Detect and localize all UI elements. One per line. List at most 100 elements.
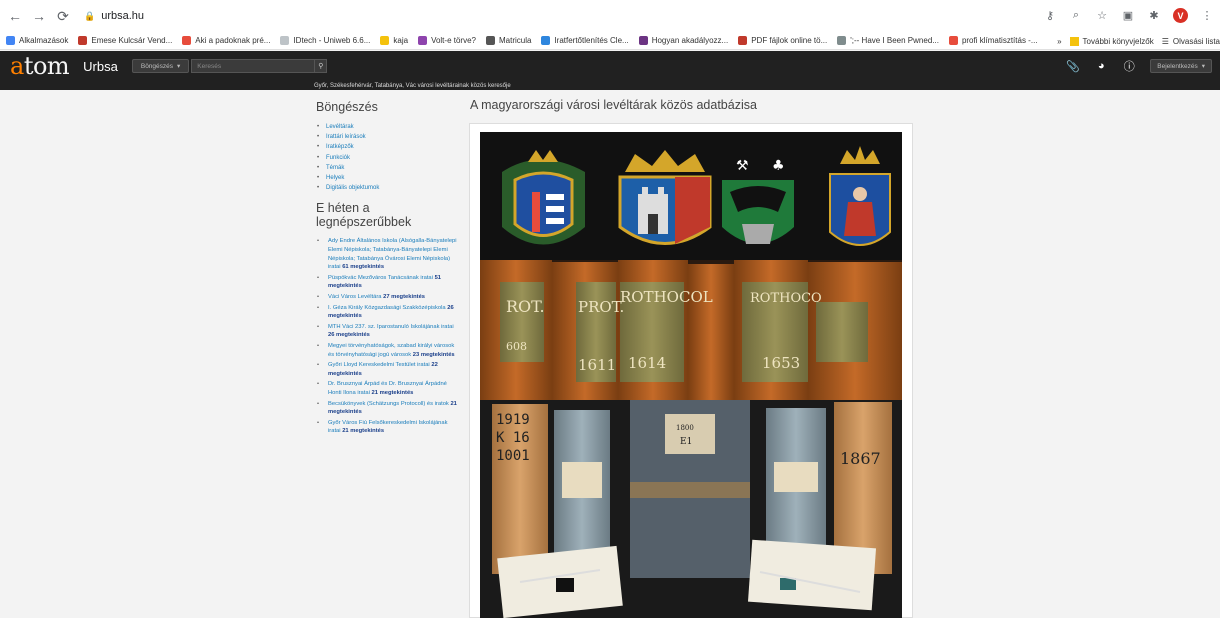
popular-item-count: 26 megtekintés (328, 332, 370, 339)
popular-item-title[interactable]: Váci Város Levéltára (328, 294, 382, 300)
bookmark-item[interactable]: PDF fájlok online tö... (738, 36, 827, 45)
browse-dropdown[interactable]: Böngészés ▾ (131, 59, 190, 73)
box-label: K 16 (496, 430, 530, 446)
bookmark-label: PDF fájlok online tö... (751, 36, 828, 45)
popular-item[interactable]: Váci Város Levéltára 27 megtekintés (314, 293, 459, 302)
lock-icon: 🔒 (84, 10, 96, 21)
bookmarks-more-button[interactable]: » (1057, 37, 1061, 46)
bookmark-label: Iratfertőtlenítés Cle... (554, 36, 629, 45)
popular-item[interactable]: Megyei törvényhatóságok, szabad királyi … (314, 342, 459, 359)
spine-label: 1653 (762, 354, 800, 372)
back-icon[interactable]: ← (6, 7, 24, 25)
popular-item[interactable]: MTH Váci 237. sz. Iparostanuló Iskoláján… (314, 323, 459, 340)
bookmark-item[interactable]: IDtech - Uniweb 6.6... (280, 36, 370, 45)
browse-link[interactable]: Témák (314, 163, 459, 173)
popular-item[interactable]: Győr Város Fiú Felsőkereskedelmi Iskoláj… (314, 419, 459, 436)
popular-heading: E héten a legnépszerűbbek (316, 201, 412, 230)
popular-item-count: 21 megtekintés (371, 389, 414, 396)
zoom-icon[interactable]: ⌕ (1069, 9, 1083, 23)
star-icon[interactable]: ☆ (1095, 9, 1109, 23)
bookmarks-right: » További könyvjelzők ☰ Olvasási lista (1051, 32, 1220, 49)
popular-item-title[interactable]: Becsükönyvek (Schätzungs Protocoll) és i… (328, 401, 449, 407)
bookmark-item[interactable]: kaja (380, 36, 408, 45)
browse-link[interactable]: Digitális objektumok (314, 183, 459, 193)
bookmark-item[interactable]: Alkalmazások (6, 36, 68, 45)
bookmark-favicon-icon (380, 36, 390, 45)
bookmark-favicon-icon (485, 36, 495, 45)
bookmark-favicon-icon (280, 36, 290, 45)
popular-item[interactable]: Dr. Brusznyai Árpád és Dr. Brusznyai Árp… (314, 380, 459, 397)
popular-item-count: 27 megtekintés (383, 293, 426, 300)
bookmark-item[interactable]: Emese Kulcsár Vend... (78, 36, 172, 45)
bookmark-label: IDtech - Uniweb 6.6... (293, 36, 371, 45)
page-title: A magyarországi városi levéltárak közös … (470, 98, 757, 112)
globe-icon[interactable]: ◕ (1094, 59, 1108, 73)
popular-item[interactable]: Püspökvác Mezőváros Tanácsának iratai 51… (314, 274, 459, 291)
bookmark-label: Volt-e törve? (431, 36, 476, 45)
site-title[interactable]: Urbsa (83, 59, 118, 74)
other-bookmarks[interactable]: További könyvjelzők (1083, 37, 1154, 46)
forward-icon[interactable]: → (30, 7, 48, 25)
spine-label: 1611 (578, 356, 616, 374)
bookmark-favicon-icon (182, 36, 192, 45)
bookmark-label: profi klímatisztítás -... (961, 36, 1038, 45)
profile-avatar[interactable]: V (1173, 8, 1188, 23)
puzzle-icon[interactable]: ✱ (1147, 9, 1161, 23)
browse-link[interactable]: Irattári leírások (314, 132, 459, 142)
clipboard-icon[interactable]: 📎 (1066, 59, 1080, 73)
popular-item[interactable]: I. Géza Király Közgazdasági Szakközépisk… (314, 304, 459, 321)
svg-text:♣: ♣ (772, 158, 785, 174)
popular-item-count: 21 megtekintés (342, 428, 385, 435)
bookmark-item[interactable]: Hogyan akadályozz... (638, 36, 729, 45)
bookmark-label: Alkalmazások (19, 36, 69, 45)
popular-item-title[interactable]: I. Géza Király Közgazdasági Szakközépisk… (328, 305, 446, 311)
box-label: 1867 (840, 449, 881, 468)
bookmark-favicon-icon (948, 36, 958, 45)
bookmark-item[interactable]: profi klímatisztítás -... (948, 36, 1038, 45)
browse-link[interactable]: Levéltárak (314, 122, 459, 132)
logo-a: a (10, 52, 24, 80)
book-spines: ROT. PROT. ROTHOCOL ROTHOCO 608 1611 161… (480, 260, 902, 404)
address-bar[interactable]: 🔒 urbsa.hu (84, 10, 144, 22)
bookmark-item[interactable]: ';-- Have I Been Pwned... (837, 36, 939, 45)
atom-logo[interactable]: a tom (10, 52, 70, 80)
menu-icon[interactable]: ⋮ (1200, 9, 1214, 23)
szekesfehervar-coat-of-arms (618, 150, 712, 245)
bookmark-item[interactable]: Matricula (485, 36, 531, 45)
bookmark-item[interactable]: Volt-e törve? (418, 36, 476, 45)
popular-item-title[interactable]: Püspökvác Mezőváros Tanácsának iratai (328, 275, 433, 281)
search-icon[interactable]: ⚲ (315, 59, 328, 73)
search-input[interactable]: Keresés (191, 59, 316, 73)
popular-item-title[interactable]: Győri Lloyd Kereskedelmi Testület iratai (328, 362, 430, 368)
bookmark-label: Hogyan akadályozz... (651, 36, 729, 45)
popular-item-count: 61 megtekintés (342, 264, 385, 271)
spine-label: 608 (506, 340, 527, 353)
popular-item[interactable]: Ady Endre Általános Iskola (Alsógalla-Bá… (314, 237, 459, 271)
bookmark-favicon-icon (78, 36, 88, 45)
reading-list[interactable]: Olvasási lista (1173, 37, 1220, 46)
chevron-down-icon: ▾ (1201, 63, 1205, 70)
folder-icon (1069, 36, 1079, 46)
bookmark-label: ';-- Have I Been Pwned... (850, 36, 939, 45)
spine-label: ROTHOCO (750, 291, 822, 306)
archive-collage-image: ⚒ ♣ ROT. PROT. ROTHOCOL ROTHOCO 608 1611… (480, 132, 902, 618)
browse-link[interactable]: Iratképzők (314, 142, 459, 152)
bookmark-item[interactable]: Aki a padoknak pré... (182, 36, 270, 45)
collage-svg: ⚒ ♣ ROT. PROT. ROTHOCOL ROTHOCO 608 1611… (480, 132, 902, 618)
site-description: Győr, Székesfehérvár, Tatabánya, Vác vár… (0, 81, 1220, 90)
info-icon[interactable]: ⓘ (1122, 59, 1136, 73)
bookmarks-bar: Alkalmazások Emese Kulcsár Vend... Aki a p… (0, 32, 1220, 50)
bookmark-label: Aki a padoknak pré... (195, 36, 271, 45)
bookmark-item[interactable]: Iratfertőtlenítés Cle... (541, 36, 629, 45)
login-label: Bejelentkezés (1157, 62, 1198, 70)
browser-toolbar: ← → ⟳ 🔒 urbsa.hu ⚷ ⌕ ☆ ▣ ✱ V ⋮ (0, 0, 1220, 32)
popular-item[interactable]: Győri Lloyd Kereskedelmi Testület iratai… (314, 361, 459, 378)
key-icon[interactable]: ⚷ (1043, 9, 1057, 23)
browse-link[interactable]: Helyek (314, 173, 459, 183)
login-button[interactable]: Bejelentkezés ▾ (1150, 59, 1212, 73)
extension-icon[interactable]: ▣ (1121, 9, 1135, 23)
popular-item-title[interactable]: MTH Váci 237. sz. Iparostanuló Iskoláján… (328, 324, 454, 330)
popular-item[interactable]: Becsükönyvek (Schätzungs Protocoll) és i… (314, 400, 459, 417)
browse-link[interactable]: Funkciók (314, 153, 459, 163)
reload-icon[interactable]: ⟳ (54, 7, 72, 25)
